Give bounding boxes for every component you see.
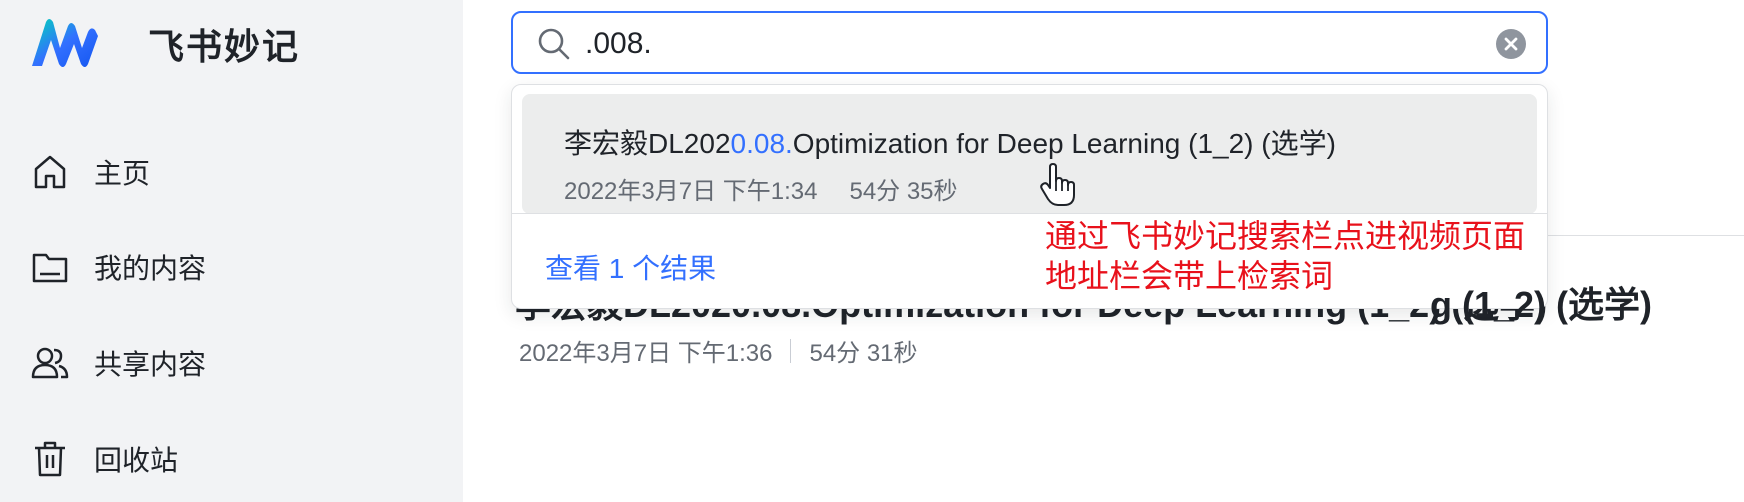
view-all-results-link[interactable]: 查看 1 个结果	[545, 247, 716, 287]
sidebar-item-label: 主页	[94, 158, 151, 189]
search-box[interactable]: .008.	[511, 11, 1548, 74]
page-meta: 2022年3月7日 下午1:36 54分 31秒	[519, 333, 918, 368]
meta-separator	[790, 338, 792, 363]
result-title-suffix: Optimization for Deep Learning (1_2) (选学…	[792, 128, 1336, 159]
search-result-item[interactable]: 李宏毅DL2020.08.Optimization for Deep Learn…	[522, 94, 1537, 214]
result-date: 2022年3月7日 下午1:34	[564, 178, 818, 205]
sidebar-item-label: 我的内容	[94, 253, 207, 284]
result-title-prefix: 李宏毅DL202	[564, 128, 731, 159]
brand[interactable]: 飞书妙记	[30, 18, 300, 70]
sidebar-item-shared-content[interactable]: 共享内容	[30, 338, 206, 388]
feishu-minutes-logo-icon	[32, 19, 98, 67]
sidebar-item-home[interactable]: 主页	[30, 147, 150, 197]
dropdown-divider	[512, 213, 1547, 214]
users-icon	[31, 347, 69, 379]
content-divider	[1540, 235, 1744, 236]
annotation-line-2: 地址栏会带上检索词	[1045, 258, 1334, 294]
result-meta: 2022年3月7日 下午1:34 54分 35秒	[564, 171, 958, 206]
sidebar-item-label: 共享内容	[94, 349, 207, 380]
clear-search-button[interactable]	[1496, 29, 1526, 59]
home-icon	[34, 155, 66, 189]
search-icon	[538, 28, 570, 60]
sidebar-item-trash[interactable]: 回收站	[30, 434, 178, 484]
page-date: 2022年3月7日 下午1:36	[519, 340, 773, 367]
search-input[interactable]: .008.	[585, 27, 652, 61]
close-icon	[1504, 37, 1518, 51]
page-duration: 54分 31秒	[809, 340, 918, 367]
result-title: 李宏毅DL2020.08.Optimization for Deep Learn…	[564, 122, 1336, 162]
annotation-note: 通过飞书妙记搜索栏点进视频页面 地址栏会带上检索词	[1045, 216, 1525, 296]
sidebar-item-my-content[interactable]: 我的内容	[30, 242, 206, 292]
sidebar: 飞书妙记 主页 我的内容 共享内容 回收站	[0, 0, 463, 502]
folder-icon	[32, 253, 68, 283]
app-name: 飞书妙记	[148, 26, 301, 67]
hand-pointer-cursor-icon	[1040, 163, 1075, 206]
annotation-line-1: 通过飞书妙记搜索栏点进视频页面	[1045, 218, 1526, 254]
sidebar-item-label: 回收站	[94, 445, 179, 476]
trash-icon	[35, 441, 65, 477]
result-duration: 54分 35秒	[849, 178, 958, 205]
result-title-match: 0.08.	[730, 128, 793, 159]
